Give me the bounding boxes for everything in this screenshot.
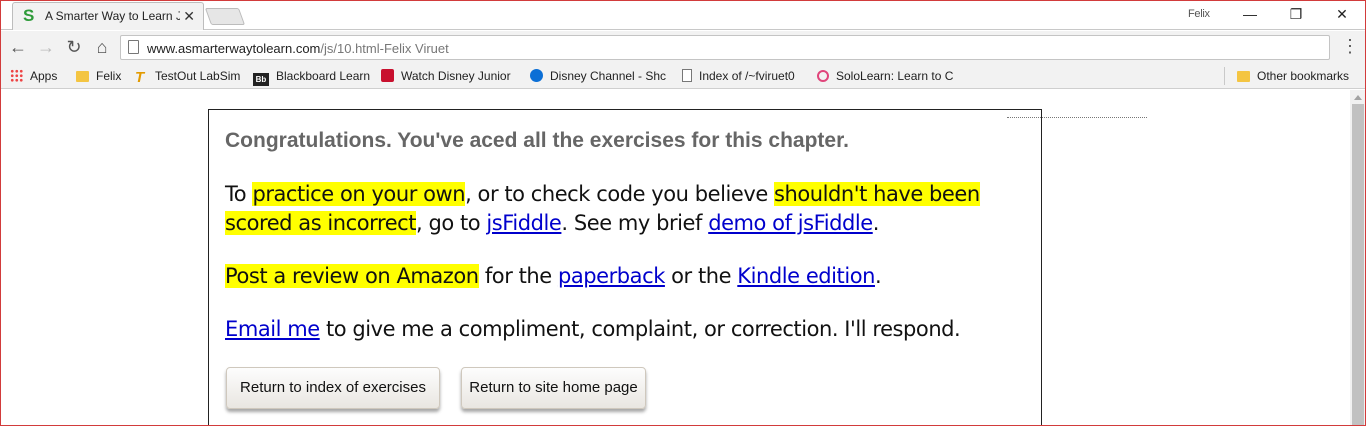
maximize-button[interactable]: ❐ [1281, 3, 1311, 25]
review-paragraph: Post a review on Amazon for the paperbac… [225, 262, 1025, 291]
text: , go to [416, 211, 487, 235]
text: . [874, 264, 882, 288]
scroll-up-icon[interactable] [1354, 95, 1362, 100]
highlight-review: Post a review on Amazon [225, 264, 479, 288]
bookmark-apps[interactable]: Apps [10, 68, 57, 84]
url-host: www.asmarterwaytolearn.com [147, 41, 321, 56]
bookmark-label: Blackboard Learn [276, 69, 371, 83]
bookmark-label: Other bookmarks [1257, 69, 1350, 83]
profile-name[interactable]: Felix [1188, 8, 1210, 20]
congrats-heading: Congratulations. You've aced all the exe… [225, 129, 849, 152]
back-arrow-icon[interactable]: ← [6, 35, 30, 59]
browser-menu-icon[interactable]: ⋮ [1340, 36, 1360, 56]
text: for the [478, 264, 558, 288]
text: To [225, 182, 253, 206]
reload-icon[interactable]: ↻ [62, 35, 86, 59]
scroll-thumb[interactable] [1352, 104, 1364, 426]
bookmarks-bar: Apps Felix T TestOut LabSim Bb Blackboard … [0, 63, 1366, 89]
text: . See my brief [561, 211, 709, 235]
bookmark-sololearn[interactable]: SoloLearn: Learn to C [817, 68, 953, 84]
vertical-scrollbar[interactable] [1350, 90, 1366, 426]
blackboard-icon: Bb [253, 73, 269, 86]
bookmark-index[interactable]: Index of /~fviruet0 [682, 68, 795, 84]
tab-close-icon[interactable]: ✕ [183, 8, 195, 25]
url-path: /js/10.html-Felix Viruet [320, 41, 449, 56]
practice-paragraph: To practice on your own, or to check cod… [225, 180, 1025, 238]
bookmark-felix[interactable]: Felix [76, 68, 121, 84]
bookmark-label: Disney Channel - Shc [550, 69, 667, 83]
apps-icon [10, 69, 23, 82]
address-bar[interactable]: www.asmarterwaytolearn.com/js/10.html-Fe… [120, 35, 1330, 60]
browser-toolbar: ← → ↻ ⌂ www.asmarterwaytolearn.com/js/10… [0, 31, 1366, 63]
bookmark-disney-channel[interactable]: Disney Channel - Shc [530, 68, 666, 84]
email-me-link[interactable]: Email me [225, 317, 320, 341]
text: . [872, 211, 880, 235]
bookmark-label: Felix [96, 69, 122, 83]
close-window-button[interactable]: ✕ [1327, 3, 1357, 25]
bookmark-blackboard[interactable]: Bb Blackboard Learn [253, 68, 371, 86]
disney-channel-icon [530, 69, 543, 82]
bookmark-disney-junior[interactable]: Watch Disney Junior [381, 68, 511, 84]
folder-icon [76, 71, 89, 82]
new-tab-button[interactable] [204, 8, 246, 25]
disney-junior-icon [381, 69, 394, 82]
return-index-button[interactable]: Return to index of exercises [226, 367, 440, 409]
paperback-link[interactable]: paperback [558, 264, 665, 288]
site-favicon-icon: S [23, 6, 35, 25]
text: or the [664, 264, 738, 288]
tab-strip: S A Smarter Way to Learn J ✕ Felix — ❐ ✕ [0, 0, 1366, 30]
text: to give me a compliment, complaint, or c… [319, 317, 961, 341]
other-bookmarks[interactable]: Other bookmarks [1237, 68, 1349, 84]
jsfiddle-link[interactable]: jsFiddle [486, 211, 561, 235]
kindle-edition-link[interactable]: Kindle edition [737, 264, 875, 288]
tab-title: A Smarter Way to Learn J [45, 9, 180, 23]
page-info-icon[interactable] [128, 40, 139, 54]
url-text[interactable]: www.asmarterwaytolearn.com/js/10.html-Fe… [147, 41, 449, 56]
bookmark-label: SoloLearn: Learn to C [836, 69, 954, 83]
text: , or to check code you believe [465, 182, 775, 206]
dotted-rule [1007, 117, 1147, 118]
sololearn-icon [817, 70, 829, 82]
bookmark-testout[interactable]: T TestOut LabSim [135, 68, 241, 86]
minimize-button[interactable]: — [1235, 3, 1265, 25]
browser-tab[interactable]: S A Smarter Way to Learn J ✕ [12, 2, 204, 30]
exercise-complete-panel: Congratulations. You've aced all the exe… [208, 109, 1042, 426]
home-icon[interactable]: ⌂ [90, 35, 114, 59]
folder-icon [1237, 71, 1250, 82]
bookmark-label: Apps [30, 69, 58, 83]
demo-jsfiddle-link[interactable]: demo of jsFiddle [708, 211, 873, 235]
testout-icon: T [135, 69, 145, 86]
bookmark-label: TestOut LabSim [155, 69, 241, 83]
return-home-button[interactable]: Return to site home page [461, 367, 646, 409]
highlight-practice: practice on your own [252, 182, 466, 206]
bookmark-label: Index of /~fviruet0 [699, 69, 795, 83]
forward-arrow-icon[interactable]: → [34, 35, 58, 59]
page-content: Congratulations. You've aced all the exe… [0, 90, 1350, 426]
email-paragraph: Email me to give me a compliment, compla… [225, 315, 1025, 344]
bookmark-label: Watch Disney Junior [401, 69, 511, 83]
bookmarks-divider [1224, 67, 1225, 85]
document-icon [682, 69, 692, 82]
